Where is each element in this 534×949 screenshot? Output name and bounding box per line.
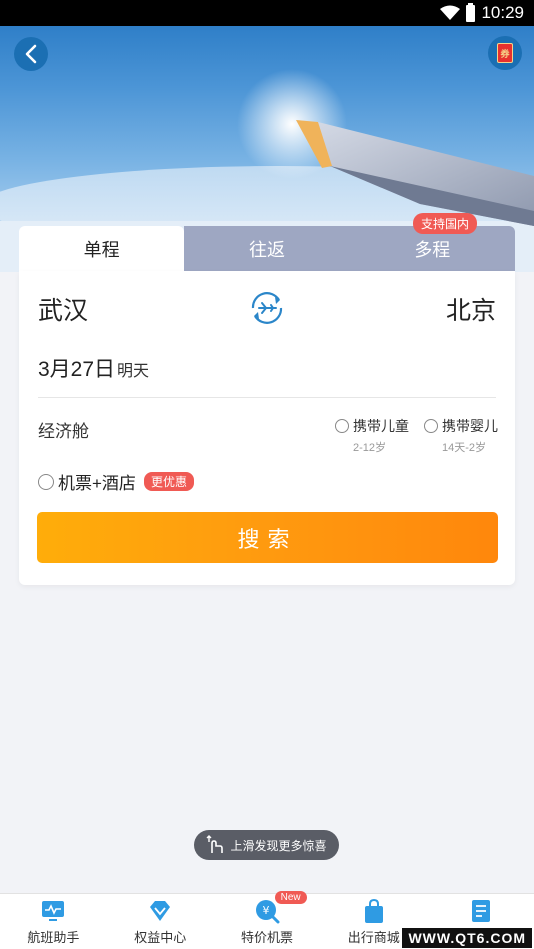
- radio-circle-icon: [424, 419, 438, 433]
- nav-benefits-center[interactable]: 权益中心: [107, 894, 214, 949]
- trip-type-tabs: 单程 往返 多程 支持国内: [19, 213, 515, 271]
- cabin-class-selector[interactable]: 经济舱: [38, 417, 89, 442]
- nav-label: 出行商城: [347, 930, 400, 945]
- tab-one-way[interactable]: 单程: [19, 226, 185, 271]
- nav-label: 权益中心: [134, 930, 187, 945]
- wifi-icon: [440, 5, 461, 20]
- radio-circle-icon: [38, 473, 54, 490]
- swipe-hint-text: 上滑发现更多惊喜: [230, 838, 327, 853]
- watermark: WWW.QT6.COM: [402, 928, 532, 948]
- coupon-icon: 券: [497, 43, 513, 63]
- arrival-city[interactable]: 北京: [446, 291, 496, 327]
- departure-date[interactable]: 3月27日 明天: [38, 353, 149, 383]
- flight-search-card: 武汉 北京 3月27日 明天 经济舱 携带儿童 2-12岁 携带婴儿 14天-2…: [19, 271, 515, 585]
- list-icon: [471, 900, 490, 922]
- option-label: 机票+酒店: [58, 474, 136, 493]
- option-age-range: 14天-2岁: [442, 442, 487, 454]
- option-label: 携带儿童: [353, 418, 409, 434]
- new-badge: New: [274, 891, 307, 904]
- battery-icon: [466, 2, 476, 22]
- bottom-navigation: 航班助手 权益中心 ¥ New 特价机票 出行商城 WWW.QT6.COM: [0, 891, 534, 949]
- swap-cities-icon[interactable]: [248, 289, 286, 327]
- date-value: 3月27日: [38, 358, 116, 381]
- tab-label: 往返: [248, 239, 285, 260]
- nav-label: 航班助手: [27, 930, 80, 945]
- divider: [38, 397, 496, 398]
- radio-circle-icon: [335, 419, 349, 433]
- date-relative: 明天: [117, 363, 150, 380]
- tab-round-trip[interactable]: 往返: [184, 226, 350, 271]
- better-deal-badge: 更优惠: [143, 472, 194, 491]
- departure-city[interactable]: 武汉: [38, 291, 88, 327]
- swipe-up-hint[interactable]: 上滑发现更多惊喜: [194, 830, 339, 860]
- domestic-support-badge: 支持国内: [412, 213, 477, 234]
- status-time: 10:29: [481, 3, 524, 22]
- swipe-up-hand-icon: [206, 835, 224, 853]
- monitor-icon: [42, 901, 65, 921]
- option-age-range: 2-12岁: [353, 442, 387, 454]
- nav-label: 特价机票: [240, 930, 293, 945]
- nav-flight-assistant[interactable]: 航班助手: [0, 894, 107, 949]
- with-children-option[interactable]: 携带儿童 2-12岁: [335, 416, 409, 455]
- nav-special-fares[interactable]: ¥ New 特价机票: [214, 891, 321, 949]
- with-infant-option[interactable]: 携带婴儿 14天-2岁: [424, 416, 498, 455]
- status-bar: 10:29: [0, 0, 534, 26]
- diamond-icon: [150, 901, 171, 921]
- tab-label: 多程: [414, 239, 451, 260]
- coupon-button[interactable]: 券: [488, 36, 522, 70]
- search-button[interactable]: 搜索: [37, 512, 498, 563]
- shopping-bag-icon: [364, 898, 383, 923]
- tab-multi-city[interactable]: 多程 支持国内: [349, 213, 515, 271]
- back-arrow-icon: [25, 44, 37, 64]
- flight-hotel-option[interactable]: 机票+酒店 更优惠: [38, 469, 194, 494]
- option-label: 携带婴儿: [442, 418, 498, 434]
- svg-text:¥: ¥: [262, 904, 269, 917]
- back-button[interactable]: [14, 37, 48, 71]
- tab-label: 单程: [83, 239, 120, 260]
